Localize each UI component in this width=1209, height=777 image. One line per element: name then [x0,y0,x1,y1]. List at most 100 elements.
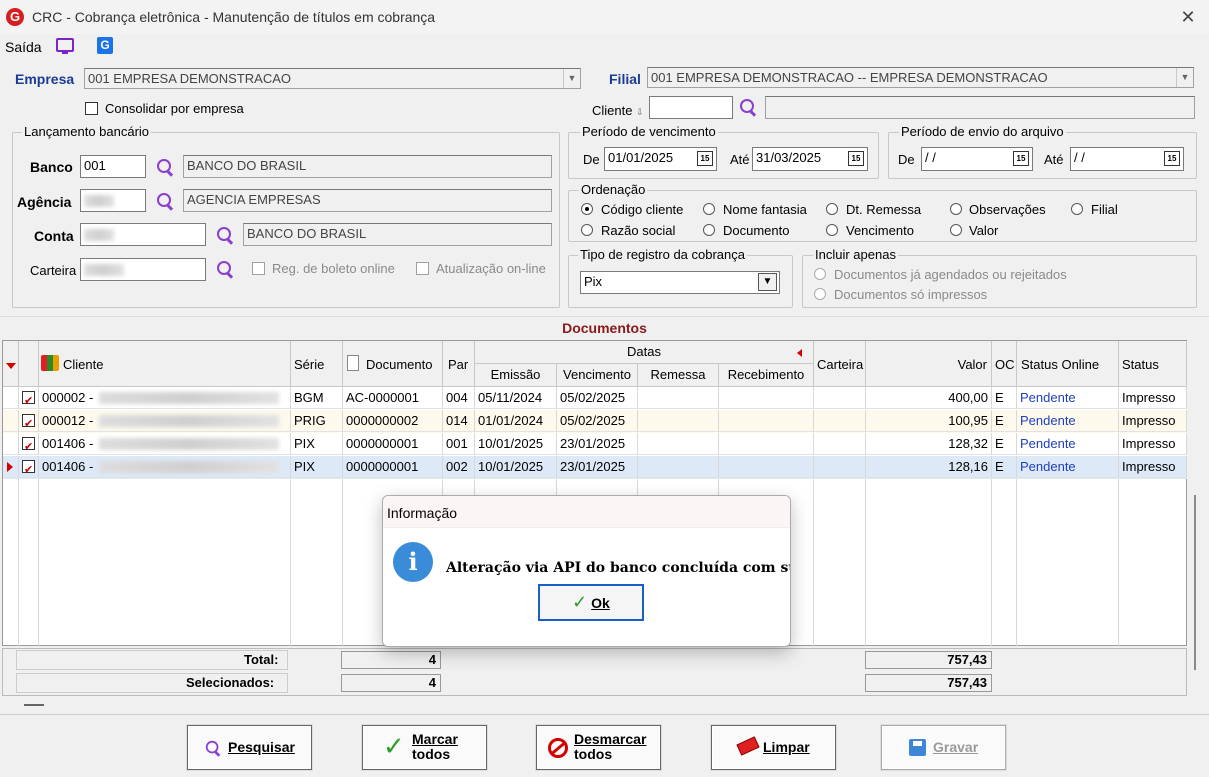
clientes-icon [41,355,59,371]
conta-name-field: BANCO DO BRASIL [243,223,552,246]
consolidar-checkbox[interactable] [85,102,98,115]
header-documento[interactable]: Documento [343,341,443,387]
ordenacao-title: Ordenação [579,182,648,197]
desmarcar-todos-button[interactable]: Desmarcar todos [536,725,661,770]
incluir-radio-impressos[interactable] [814,288,826,300]
header-emissao[interactable]: Emissão [475,364,557,387]
vencimento-ate-label: Até [730,152,750,167]
row-checkbox[interactable] [22,413,35,431]
limpar-button[interactable]: Limpar [711,725,836,770]
row-select-cell [19,456,39,478]
save-icon [909,739,926,756]
carteira-search-icon[interactable] [216,260,234,278]
carteira-code-input[interactable] [80,258,206,281]
table-row[interactable]: 000002 -BGMAC-000000100405/11/202405/02/… [3,387,1187,410]
agencia-name-field: AGENCIA EMPRESAS [183,189,552,212]
ok-button[interactable]: ✓ Ok [538,584,644,621]
header-cliente[interactable]: Cliente [39,341,291,387]
tipo-registro-dropdown-icon[interactable]: ▼ [758,273,777,291]
gravar-button[interactable]: Gravar [881,725,1006,770]
cell-par: 002 [443,456,475,478]
filial-select[interactable]: 001 EMPRESA DEMONSTRACAO -- EMPRESA DEMO… [647,67,1194,88]
cell-carteira [814,456,866,478]
conta-code-input[interactable] [80,223,206,246]
envio-ate-calendar-icon[interactable]: 15 [1164,151,1180,166]
banco-name-field: BANCO DO BRASIL [183,155,552,178]
agencia-search-icon[interactable] [156,192,174,210]
dialog-message: Alteração via API do banco concluída com… [446,560,790,576]
collapse-icon[interactable] [797,349,802,357]
header-par[interactable]: Par [443,341,475,387]
header-status[interactable]: Status [1119,341,1187,387]
agencia-label: Agência [17,194,72,210]
ordenacao-radio-filial[interactable] [1071,203,1083,215]
reg-boleto-checkbox[interactable] [252,262,265,275]
ordenacao-label-observacoes: Observações [969,202,1046,217]
header-vencimento[interactable]: Vencimento [557,364,638,387]
envio-de-calendar-icon[interactable]: 15 [1013,151,1029,166]
header-datas: Datas [475,341,814,364]
cell-recebimento [719,456,814,478]
table-row[interactable]: 000012 -PRIG000000000201401/01/202405/02… [3,410,1187,433]
splitter-handle[interactable] [24,704,44,706]
table-row[interactable]: 001406 -PIX000000000100110/01/202523/01/… [3,433,1187,456]
banco-search-icon[interactable] [156,158,174,176]
table-row[interactable]: 001406 -PIX000000000100210/01/202523/01/… [3,456,1187,479]
header-valor[interactable]: Valor [866,341,992,387]
cell-valor: 400,00 [866,387,992,409]
grid-scrollbar[interactable] [1194,495,1196,670]
header-status-online[interactable]: Status Online [1017,341,1119,387]
menu-saida[interactable]: Saída [5,39,42,55]
empresa-dropdown-icon[interactable]: ▼ [563,69,580,88]
header-carteira[interactable]: Carteira [814,341,866,387]
cell-status-online: Pendente [1017,410,1119,432]
row-checkbox[interactable] [22,390,35,408]
empresa-select[interactable]: 001 EMPRESA DEMONSTRACAO [84,68,581,89]
conta-search-icon[interactable] [216,226,234,244]
header-serie[interactable]: Série [291,341,343,387]
conta-label: Conta [34,228,74,244]
total-count: 4 [341,651,441,669]
cell-status-online: Pendente [1017,433,1119,455]
header-recebimento[interactable]: Recebimento [719,364,814,387]
filial-dropdown-icon[interactable]: ▼ [1176,68,1193,87]
ordenacao-radio-dt-remessa[interactable] [826,203,838,215]
cell-status: Impresso [1119,456,1187,478]
selecionados-count: 4 [341,674,441,692]
close-icon[interactable]: ✕ [1176,4,1200,30]
vencimento-ate-calendar-icon[interactable]: 15 [848,151,864,166]
pesquisar-button[interactable]: Pesquisar [187,725,312,770]
incluir-radio-agendados[interactable] [814,268,826,280]
header-oc[interactable]: OC [992,341,1017,387]
envio-title: Período de envio do arquivo [899,124,1066,139]
cell-status-online: Pendente [1017,456,1119,478]
header-remessa[interactable]: Remessa [638,364,719,387]
cliente-code-input[interactable] [649,96,733,119]
agencia-code-input[interactable] [80,189,146,212]
header-check-col [19,341,39,387]
vencimento-de-calendar-icon[interactable]: 15 [697,151,713,166]
ordenacao-label-documento: Documento [723,223,790,238]
atualizacao-checkbox[interactable] [416,262,429,275]
row-checkbox[interactable] [22,459,35,477]
ordenacao-radio-vencimento[interactable] [826,224,838,236]
row-checkbox[interactable] [22,436,35,454]
banco-code-input[interactable]: 001 [80,155,146,178]
current-row-icon [7,462,13,472]
ordenacao-radio-razao-social[interactable] [581,224,593,236]
ordenacao-radio-observacoes[interactable] [950,203,962,215]
cliente-search-icon[interactable] [739,98,757,116]
reg-boleto-label: Reg. de boleto online [272,261,395,276]
cell-par: 004 [443,387,475,409]
cell-cliente: 000012 - [39,410,291,432]
cell-emissao: 05/11/2024 [475,387,557,409]
ordenacao-radio-codigo-cliente[interactable] [581,203,593,215]
ordenacao-radio-documento[interactable] [703,224,715,236]
ordenacao-radio-nome-fantasia[interactable] [703,203,715,215]
g-icon[interactable]: G [97,37,113,54]
monitor-icon[interactable] [56,38,74,54]
marcar-todos-button[interactable]: ✓ Marcar todos [362,725,487,770]
tipo-registro-select[interactable]: Pix [580,271,780,294]
cell-oc: E [992,433,1017,455]
ordenacao-radio-valor[interactable] [950,224,962,236]
